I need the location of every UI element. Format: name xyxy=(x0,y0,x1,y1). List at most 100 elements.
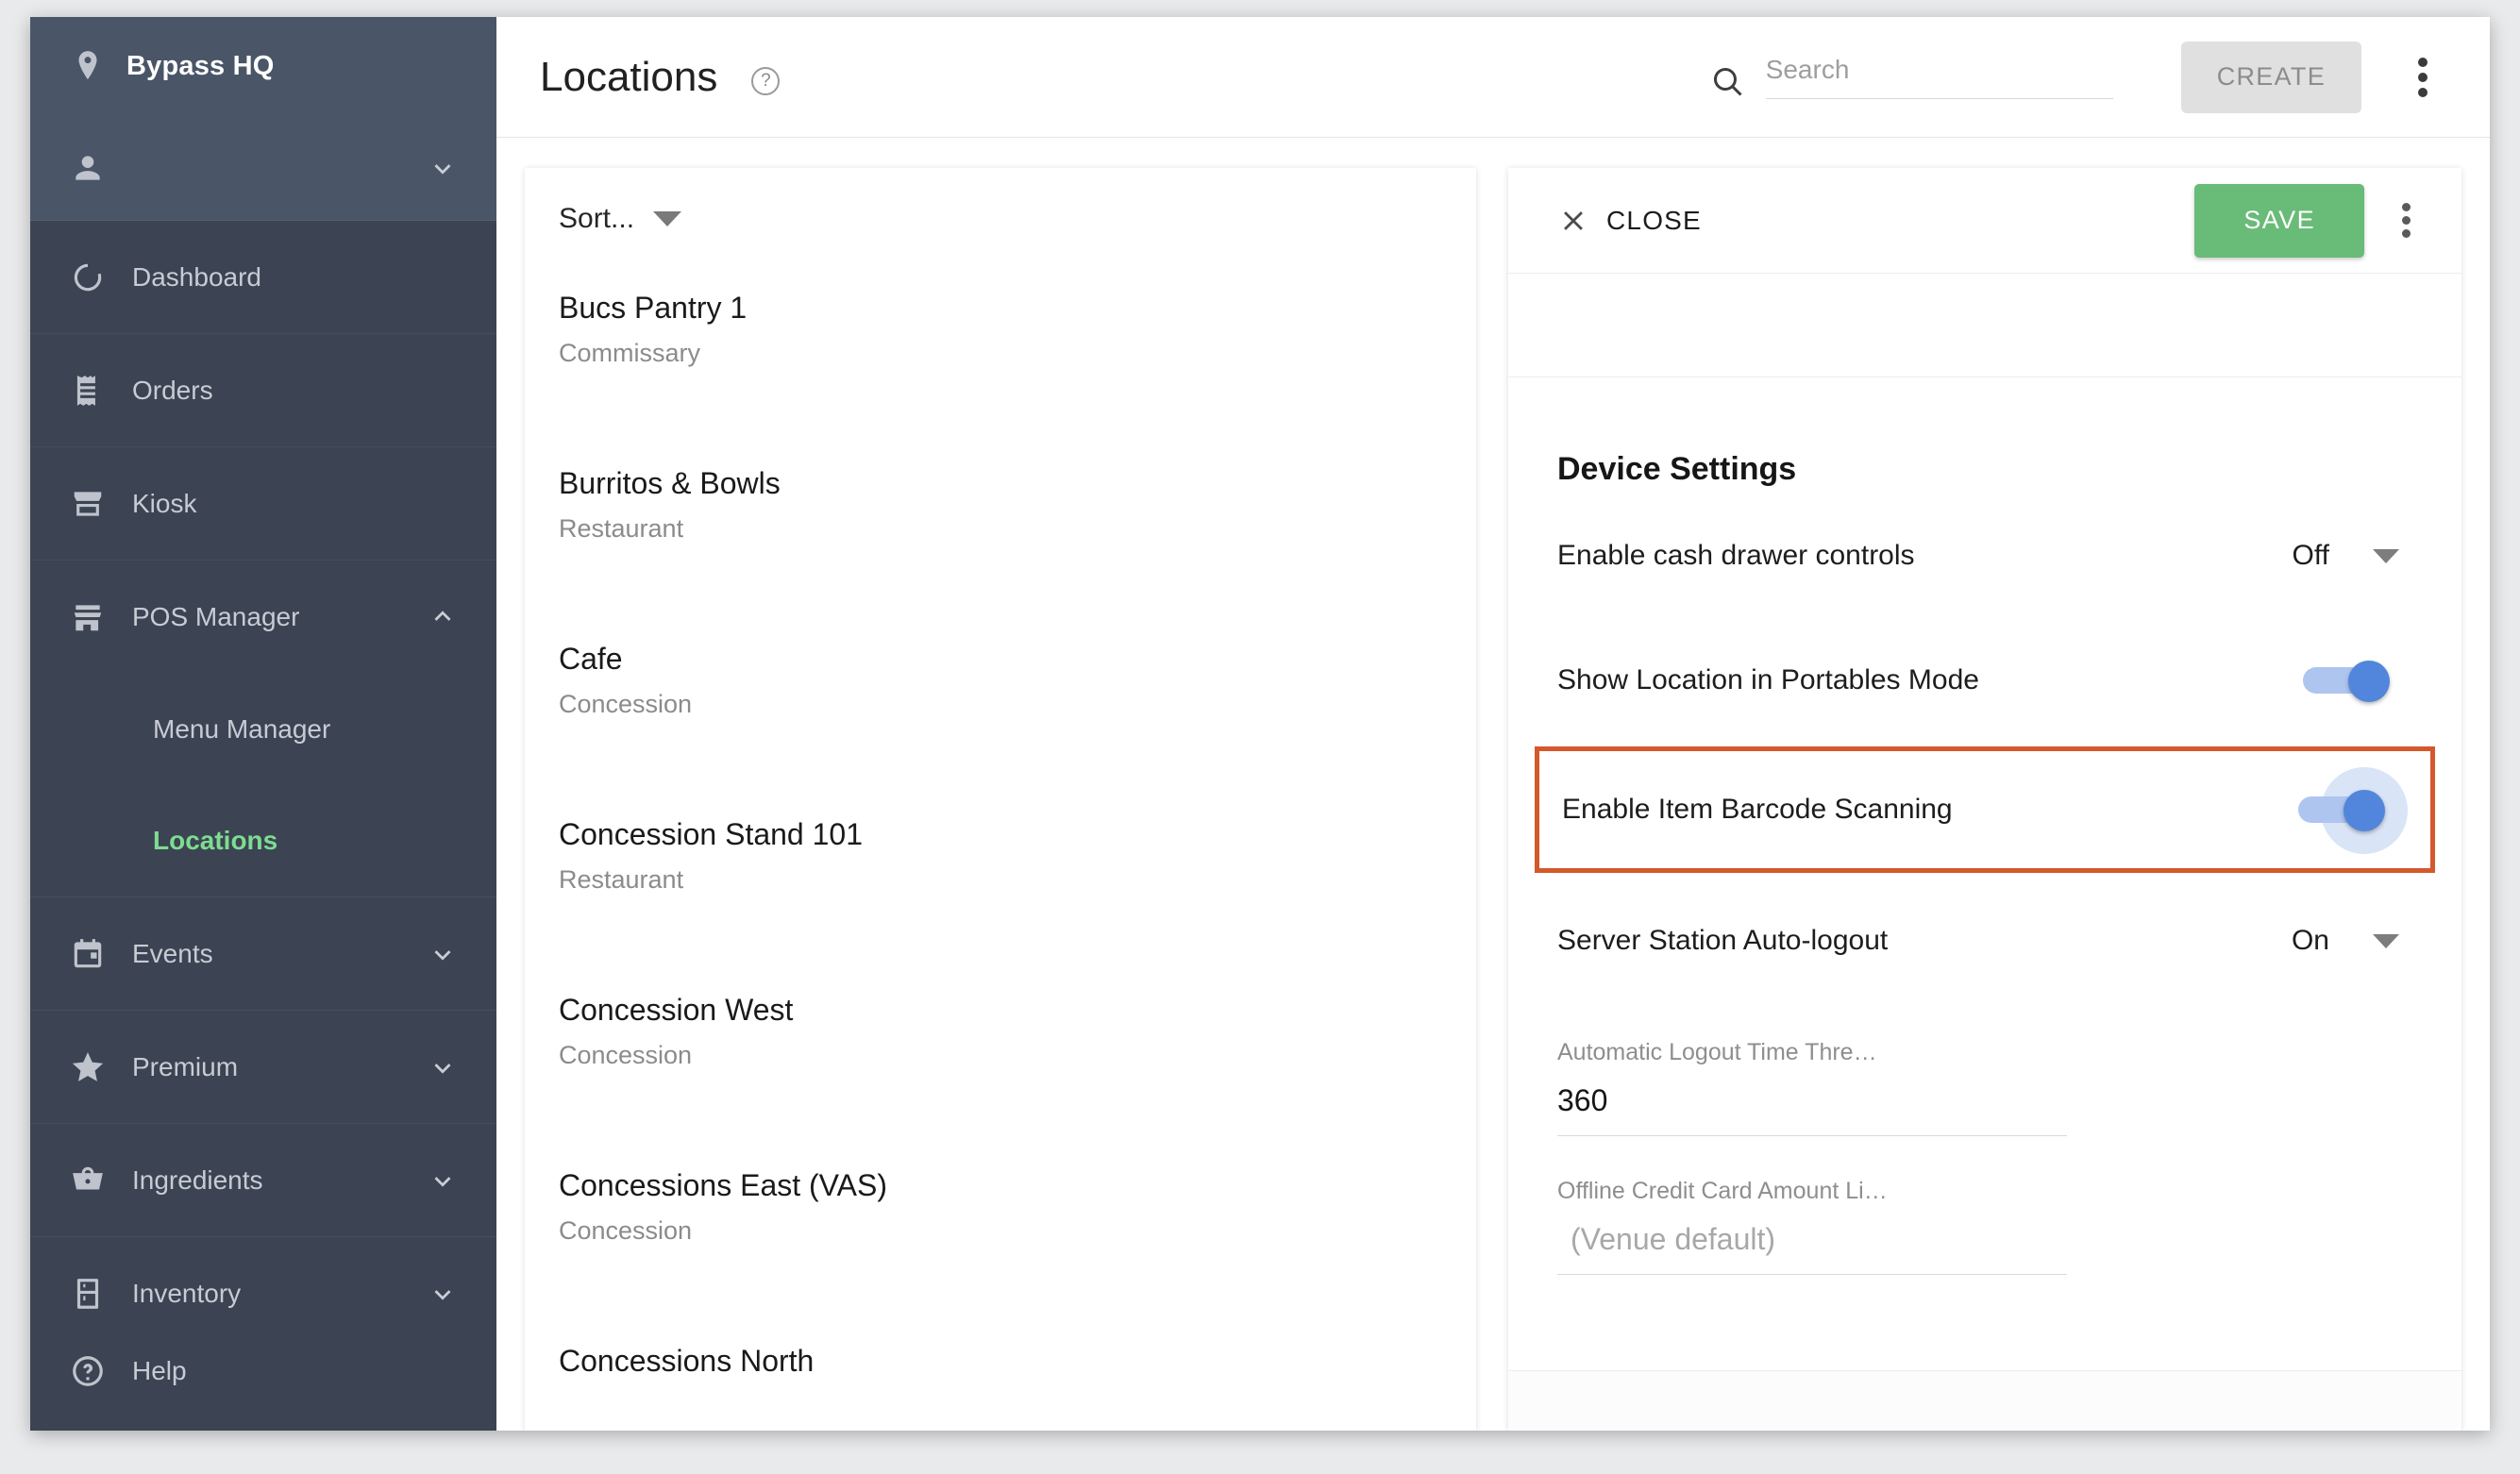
setting-row-barcode-scanning[interactable]: Enable Item Barcode Scanning xyxy=(1535,746,2435,873)
toggle-thumb xyxy=(2348,661,2390,702)
sidebar-item-label: Dashboard xyxy=(132,261,261,292)
top-bar: Locations ? CREATE xyxy=(496,17,2490,138)
sidebar-item-menu-manager[interactable]: Menu Manager xyxy=(30,674,496,785)
detail-footer xyxy=(1508,1370,2461,1431)
sort-label: Sort... xyxy=(559,203,635,234)
offline-cc-limit-input[interactable] xyxy=(1557,1205,2067,1275)
sidebar-item-locations[interactable]: Locations xyxy=(30,785,496,896)
detail-header: CLOSE SAVE xyxy=(1508,168,2461,274)
fridge-icon xyxy=(70,1276,106,1312)
list-item[interactable]: Bucs Pantry 1 Commissary xyxy=(559,270,1476,445)
field-label: Offline Credit Card Amount Li… xyxy=(1557,1178,1888,1204)
setting-label: Server Station Auto-logout xyxy=(1557,925,1889,956)
location-type: Concession xyxy=(559,1216,693,1245)
brand-label: Bypass HQ xyxy=(126,50,275,81)
question-circle-icon[interactable]: ? xyxy=(751,66,781,95)
location-type: Restaurant xyxy=(559,865,684,894)
chevron-down-icon xyxy=(427,1164,459,1197)
chevron-down-icon xyxy=(427,1051,459,1083)
field-offline-cc-limit: Offline Credit Card Amount Li… xyxy=(1557,1178,2067,1275)
setting-row-auto-logout[interactable]: Server Station Auto-logout On xyxy=(1557,884,2412,997)
kebab-menu-icon[interactable] xyxy=(2389,189,2424,252)
storefront-icon xyxy=(70,599,106,635)
kebab-menu-icon[interactable] xyxy=(2405,42,2441,112)
location-name: Cafe xyxy=(559,642,623,676)
chevron-down-icon xyxy=(427,1278,459,1310)
sidebar-item-label: Help xyxy=(132,1356,187,1385)
sidebar-group-pos-manager: POS Manager Menu Manager Locations xyxy=(30,561,496,897)
location-type: Commissary xyxy=(559,339,701,367)
list-item[interactable]: Concessions North xyxy=(559,1323,1476,1431)
sidebar-item-help[interactable]: Help xyxy=(30,1312,496,1431)
toggle-barcode-scanning[interactable] xyxy=(2298,767,2408,854)
sidebar-item-ingredients[interactable]: Ingredients xyxy=(30,1124,496,1237)
setting-label: Show Location in Portables Mode xyxy=(1557,664,1979,695)
field-label: Automatic Logout Time Thre… xyxy=(1557,1039,1877,1065)
setting-value: On xyxy=(2291,925,2329,956)
star-icon xyxy=(70,1049,106,1085)
setting-row-cash-drawer[interactable]: Enable cash drawer controls Off xyxy=(1557,499,2412,612)
caret-down-icon xyxy=(653,211,682,226)
chevron-up-icon xyxy=(427,601,459,633)
search-box xyxy=(1711,55,2113,99)
close-button[interactable]: CLOSE xyxy=(1557,205,1702,237)
list-item[interactable]: Cafe Concession xyxy=(559,621,1476,796)
close-label: CLOSE xyxy=(1606,205,1702,235)
chevron-down-icon xyxy=(427,938,459,970)
logout-threshold-input[interactable] xyxy=(1557,1066,2067,1136)
sidebar-item-kiosk[interactable]: Kiosk xyxy=(30,447,496,561)
dashboard-icon xyxy=(70,260,106,295)
location-name: Concession West xyxy=(559,993,794,1027)
sidebar-item-pos-manager[interactable]: POS Manager xyxy=(30,561,496,674)
setting-label: Enable Item Barcode Scanning xyxy=(1562,794,1953,825)
chevron-down-icon xyxy=(427,152,459,184)
sidebar-item-label: Inventory xyxy=(132,1278,242,1308)
section-title: Device Settings xyxy=(1557,451,1797,487)
sidebar-item-label: Premium xyxy=(132,1051,239,1081)
location-pin-icon xyxy=(70,48,106,84)
setting-label: Enable cash drawer controls xyxy=(1557,540,1915,571)
detail-tab-strip xyxy=(1508,274,2461,377)
create-button[interactable]: CREATE xyxy=(2180,41,2361,113)
list-item[interactable]: Concession West Concession xyxy=(559,972,1476,1147)
list-item[interactable]: Burritos & Bowls Restaurant xyxy=(559,445,1476,621)
sidebar-item-inventory[interactable]: Inventory xyxy=(30,1237,496,1312)
locations-list-panel: Sort... Bucs Pantry 1 Commissary Burrito… xyxy=(525,168,1476,1431)
setting-row-portables-mode[interactable]: Show Location in Portables Mode xyxy=(1557,624,2412,737)
location-name: Concessions East (VAS) xyxy=(559,1168,887,1202)
location-type: Concession xyxy=(559,690,693,718)
sidebar-item-events[interactable]: Events xyxy=(30,897,496,1011)
location-detail-panel: CLOSE SAVE Device Settings Enable cash d… xyxy=(1508,168,2461,1431)
sidebar-item-label: Ingredients xyxy=(132,1164,263,1195)
main-area: Locations ? CREATE Sort... xyxy=(496,17,2490,1431)
brand[interactable]: Bypass HQ xyxy=(30,17,496,115)
sidebar-subitem-label: Locations xyxy=(153,826,278,855)
sidebar-item-orders[interactable]: Orders xyxy=(30,334,496,447)
save-button[interactable]: SAVE xyxy=(2194,183,2364,258)
sidebar-item-label: Kiosk xyxy=(132,488,197,518)
detail-body: Device Settings Enable cash drawer contr… xyxy=(1508,377,2461,1370)
location-name: Burritos & Bowls xyxy=(559,466,781,500)
location-name: Concessions North xyxy=(559,1344,815,1378)
close-x-icon xyxy=(1557,205,1589,237)
sidebar-item-premium[interactable]: Premium xyxy=(30,1011,496,1124)
list-item[interactable]: Concessions East (VAS) Concession xyxy=(559,1147,1476,1323)
calendar-icon xyxy=(70,936,106,972)
locations-list: Bucs Pantry 1 Commissary Burritos & Bowl… xyxy=(525,270,1476,1431)
search-icon[interactable] xyxy=(1711,65,1745,99)
account-selector[interactable] xyxy=(30,115,496,221)
toggle-portables-mode[interactable] xyxy=(2303,661,2390,702)
location-name: Concession Stand 101 xyxy=(559,817,863,851)
sidebar-item-label: Events xyxy=(132,938,213,968)
kiosk-icon xyxy=(70,486,106,522)
page-title: Locations xyxy=(540,53,718,100)
kebab-dot xyxy=(2418,87,2428,97)
caret-down-icon xyxy=(2373,933,2399,948)
list-item[interactable]: Concession Stand 101 Restaurant xyxy=(559,796,1476,972)
kebab-dot xyxy=(2402,203,2411,211)
sidebar-item-dashboard[interactable]: Dashboard xyxy=(30,221,496,334)
sort-dropdown[interactable]: Sort... xyxy=(525,168,1476,270)
content-area: Sort... Bucs Pantry 1 Commissary Burrito… xyxy=(496,138,2490,1431)
sidebar-item-label: POS Manager xyxy=(132,602,300,631)
search-input[interactable] xyxy=(1765,55,2113,99)
